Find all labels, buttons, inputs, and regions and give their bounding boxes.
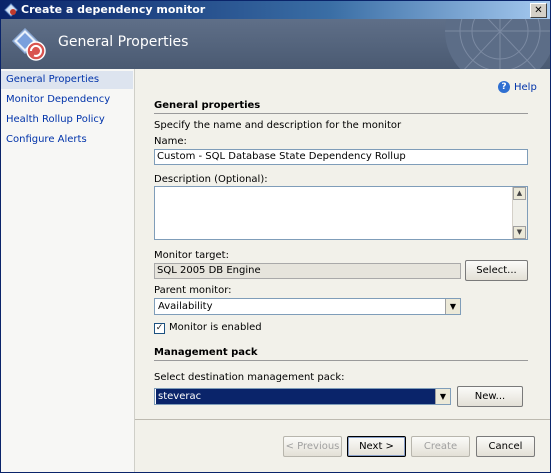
help-icon: ? xyxy=(498,81,510,93)
name-label: Name: xyxy=(154,136,187,147)
monitor-icon xyxy=(4,3,18,17)
section-divider xyxy=(154,113,528,114)
new-management-pack-button[interactable]: New... xyxy=(457,386,523,407)
banner-decoration xyxy=(445,19,550,69)
chevron-down-icon[interactable]: ▼ xyxy=(445,299,460,314)
help-label: Help xyxy=(514,82,537,93)
description-textarea[interactable]: ▲ ▼ xyxy=(154,186,528,240)
management-pack-dropdown[interactable]: steverac ▼ xyxy=(154,388,451,405)
parent-monitor-dropdown[interactable]: Availability ▼ xyxy=(154,298,461,315)
monitor-enabled-label: Monitor is enabled xyxy=(169,322,262,333)
name-input[interactable]: Custom - SQL Database State Dependency R… xyxy=(154,149,528,165)
wizard-nav: General Properties Monitor Dependency He… xyxy=(1,69,135,472)
management-pack-value: steverac xyxy=(156,389,435,404)
instructions-text: Specify the name and description for the… xyxy=(154,120,402,131)
help-link[interactable]: ? Help xyxy=(498,81,537,93)
management-pack-heading: Management pack xyxy=(154,347,258,358)
nav-item-monitor-dependency[interactable]: Monitor Dependency xyxy=(1,91,133,109)
content-panel: ? Help General properties Specify the nam… xyxy=(135,69,550,472)
dependency-monitor-icon xyxy=(11,27,46,61)
nav-item-general-properties[interactable]: General Properties xyxy=(1,71,133,89)
description-scrollbar[interactable]: ▲ ▼ xyxy=(512,187,527,239)
footer-divider xyxy=(135,419,550,420)
nav-item-configure-alerts[interactable]: Configure Alerts xyxy=(1,131,133,149)
nav-item-health-rollup-policy[interactable]: Health Rollup Policy xyxy=(1,111,133,129)
monitor-target-label: Monitor target: xyxy=(154,250,229,261)
section-divider xyxy=(154,360,528,361)
parent-monitor-label: Parent monitor: xyxy=(154,285,232,296)
destination-mp-label: Select destination management pack: xyxy=(154,372,345,383)
title-bar: Create a dependency monitor ✕ xyxy=(1,1,550,19)
chevron-down-icon[interactable]: ▼ xyxy=(435,389,450,404)
window-title: Create a dependency monitor xyxy=(21,3,206,16)
monitor-target-field: SQL 2005 DB Engine xyxy=(154,263,461,279)
description-label: Description (Optional): xyxy=(154,174,268,185)
page-title: General Properties xyxy=(58,34,189,50)
scroll-down-icon[interactable]: ▼ xyxy=(513,226,526,239)
close-icon: ✕ xyxy=(534,5,543,16)
next-button[interactable]: Next > xyxy=(347,436,406,457)
header-banner: General Properties xyxy=(1,19,550,69)
previous-button[interactable]: < Previous xyxy=(283,436,342,457)
select-target-button[interactable]: Select... xyxy=(465,260,528,281)
wizard-window: Create a dependency monitor ✕ General Pr… xyxy=(0,0,551,473)
general-properties-heading: General properties xyxy=(154,100,261,111)
close-button[interactable]: ✕ xyxy=(530,3,547,18)
create-button[interactable]: Create xyxy=(411,436,470,457)
parent-monitor-value: Availability xyxy=(158,301,213,312)
monitor-enabled-checkbox[interactable]: ✓ xyxy=(154,323,165,334)
cancel-button[interactable]: Cancel xyxy=(476,436,535,457)
scroll-up-icon[interactable]: ▲ xyxy=(513,187,526,200)
